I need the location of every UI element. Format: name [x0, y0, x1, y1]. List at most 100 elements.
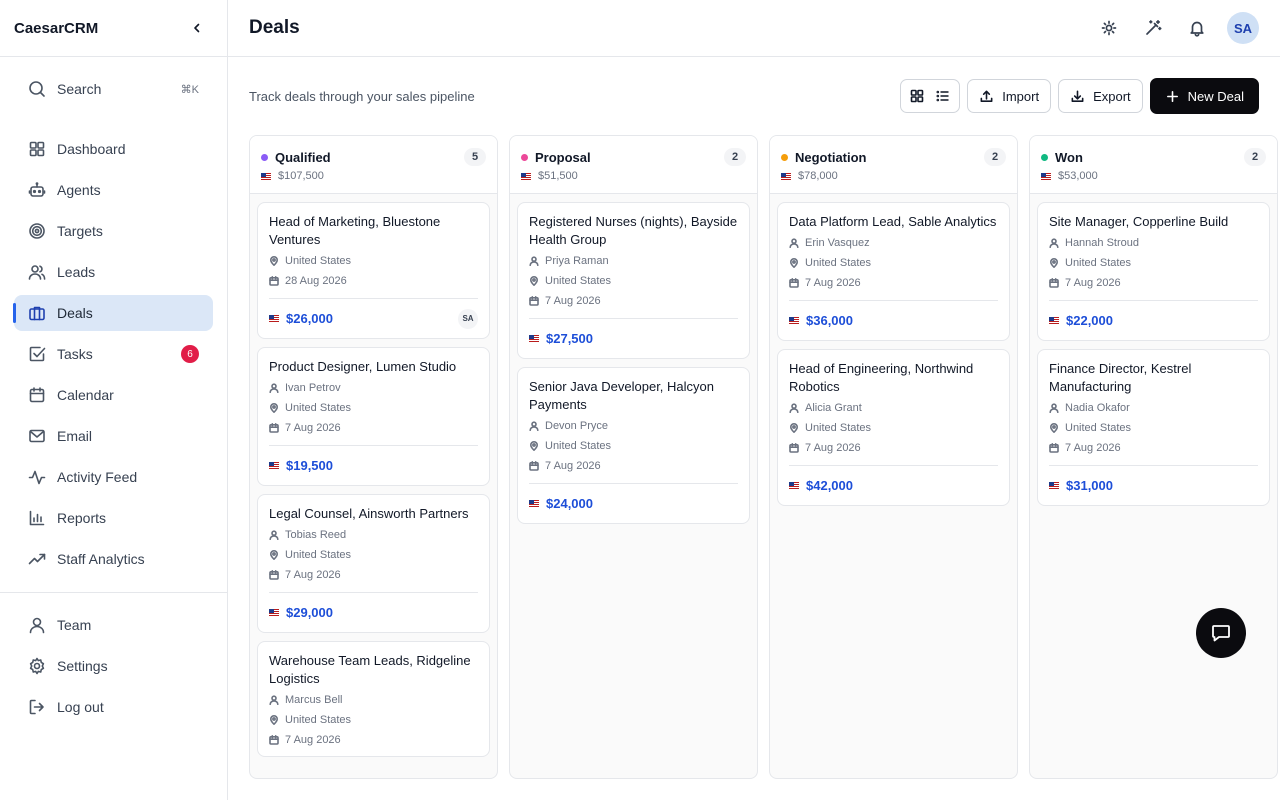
- search-button[interactable]: Search ⌘K: [14, 71, 213, 107]
- deal-title: Registered Nurses (nights), Bayside Heal…: [529, 214, 738, 247]
- deal-location-text: United States: [285, 402, 352, 414]
- calendar-icon: [1049, 443, 1065, 453]
- user-avatar[interactable]: SA: [1227, 12, 1259, 44]
- deal-card[interactable]: Product Designer, Lumen Studio Ivan Petro…: [257, 347, 490, 486]
- tasks-count-badge: 6: [181, 345, 199, 363]
- sidebar-item-label: Calendar: [57, 387, 114, 403]
- plus-icon: [1166, 90, 1178, 102]
- deal-location-text: United States: [805, 257, 872, 269]
- page-title: Deals: [249, 17, 300, 38]
- brand-logo-text: CaesarCRM: [14, 19, 99, 37]
- deal-card[interactable]: Warehouse Team Leads, Ridgeline Logistic…: [257, 641, 490, 757]
- sidebar-item-calendar[interactable]: Calendar: [14, 377, 213, 413]
- sidebar-item-log-out[interactable]: Log out: [14, 689, 213, 725]
- sidebar-item-agents[interactable]: Agents: [14, 172, 213, 208]
- us-flag-icon: [781, 172, 791, 180]
- sidebar-item-team[interactable]: Team: [14, 607, 213, 643]
- calendar-icon: [529, 461, 545, 471]
- deal-location: United States: [789, 420, 998, 436]
- chat-button[interactable]: [1196, 608, 1246, 658]
- board-view-button[interactable]: [905, 84, 929, 108]
- us-flag-icon: [1041, 172, 1051, 180]
- deal-title: Finance Director, Kestrel Manufacturing: [1049, 361, 1192, 394]
- dashboard-icon: [28, 140, 46, 158]
- deal-location: United States: [269, 253, 478, 269]
- sidebar-item-staff-analytics[interactable]: Staff Analytics: [14, 541, 213, 577]
- bottom-nav: Team Settings Log out: [0, 607, 227, 725]
- sidebar-item-label: Leads: [57, 264, 96, 280]
- sidebar-item-deals[interactable]: Deals: [13, 295, 213, 331]
- theme-toggle-button[interactable]: [1087, 12, 1131, 44]
- deal-contact: Tobias Reed: [269, 527, 478, 543]
- deal-date-text: 7 Aug 2026: [1065, 277, 1121, 289]
- new-deal-label: New Deal: [1187, 88, 1244, 104]
- deal-date-text: 7 Aug 2026: [545, 460, 601, 472]
- us-flag-icon: [529, 335, 539, 342]
- deal-amount: $36,000: [806, 313, 853, 328]
- deal-card-list: Site Manager, Copperline Build Hannah Str…: [1030, 194, 1277, 514]
- column-total: $78,000: [781, 170, 1006, 182]
- deal-contact-name: Priya Raman: [545, 255, 609, 267]
- column-header: Qualified 5 $107,500: [250, 136, 497, 194]
- deal-card[interactable]: Site Manager, Copperline Build Hannah Str…: [1037, 202, 1270, 341]
- notifications-button[interactable]: [1175, 12, 1219, 44]
- deal-card[interactable]: Head of Marketing, Bluestone Ventures Uni…: [257, 202, 490, 339]
- deal-title: Warehouse Team Leads, Ridgeline Logistic…: [269, 653, 471, 686]
- deal-amount: $42,000: [806, 478, 853, 493]
- column-count-badge: 2: [984, 148, 1006, 166]
- sidebar-item-targets[interactable]: Targets: [14, 213, 213, 249]
- list-icon: [936, 90, 949, 102]
- deal-card[interactable]: Data Platform Lead, Sable Analytics Erin …: [777, 202, 1010, 341]
- column-negotiation: Negotiation 2 $78,000 Data Platform Lead, S…: [769, 135, 1018, 779]
- deal-card-footer: $29,000: [269, 592, 478, 632]
- deal-location: United States: [789, 255, 998, 271]
- sidebar-item-label: Agents: [57, 182, 101, 198]
- user-icon: [269, 383, 285, 393]
- deal-contact-name: Erin Vasquez: [805, 237, 870, 249]
- sidebar-item-label: Staff Analytics: [57, 551, 145, 567]
- map-pin-icon: [529, 441, 545, 451]
- new-deal-button[interactable]: New Deal: [1149, 78, 1259, 114]
- deal-contact: Marcus Bell: [269, 692, 478, 708]
- sidebar-item-activity-feed[interactable]: Activity Feed: [14, 459, 213, 495]
- user-icon: [789, 238, 805, 248]
- deal-card[interactable]: Senior Java Developer, Halcyon Payments D…: [517, 367, 750, 524]
- deal-contact-name: Alicia Grant: [805, 402, 862, 414]
- user-icon: [1049, 403, 1065, 413]
- deal-title: Data Platform Lead, Sable Analytics: [789, 214, 997, 229]
- calendar-icon: [529, 296, 545, 306]
- import-button[interactable]: Import: [967, 79, 1052, 113]
- ai-assist-button[interactable]: [1131, 12, 1175, 44]
- collapse-sidebar-button[interactable]: [187, 18, 207, 38]
- deal-contact-name: Devon Pryce: [545, 420, 608, 432]
- briefcase-icon: [28, 304, 46, 322]
- deal-card[interactable]: Finance Director, Kestrel Manufacturing N…: [1037, 349, 1270, 506]
- stage-dot: [261, 153, 268, 161]
- sidebar-item-email[interactable]: Email: [14, 418, 213, 454]
- sidebar-item-label: Log out: [57, 699, 104, 715]
- user-icon: [28, 616, 46, 634]
- column-header: Won 2 $53,000: [1030, 136, 1277, 194]
- column-title: Qualified: [275, 149, 331, 165]
- search-icon: [28, 80, 46, 98]
- deal-card[interactable]: Registered Nurses (nights), Bayside Heal…: [517, 202, 750, 359]
- users-icon: [28, 263, 46, 281]
- list-view-button[interactable]: [931, 84, 955, 108]
- sidebar-item-tasks[interactable]: Tasks 6: [14, 336, 213, 372]
- map-pin-icon: [1049, 423, 1065, 433]
- sidebar-item-leads[interactable]: Leads: [14, 254, 213, 290]
- sidebar-item-settings[interactable]: Settings: [14, 648, 213, 684]
- deal-owner-avatar: SA: [458, 308, 478, 329]
- column-title: Proposal: [535, 149, 591, 165]
- us-flag-icon: [529, 500, 539, 507]
- sidebar-item-reports[interactable]: Reports: [14, 500, 213, 536]
- export-button[interactable]: Export: [1058, 79, 1143, 113]
- user-icon: [529, 256, 545, 266]
- deal-card[interactable]: Head of Engineering, Northwind Robotics A…: [777, 349, 1010, 506]
- column-total: $51,500: [521, 170, 746, 182]
- deal-card-footer: $31,000: [1049, 465, 1258, 505]
- sidebar-item-dashboard[interactable]: Dashboard: [14, 131, 213, 167]
- deal-card[interactable]: Legal Counsel, Ainsworth Partners Tobias …: [257, 494, 490, 633]
- page-subtitle: Track deals through your sales pipeline: [249, 88, 475, 104]
- deal-date: 7 Aug 2026: [1049, 440, 1258, 456]
